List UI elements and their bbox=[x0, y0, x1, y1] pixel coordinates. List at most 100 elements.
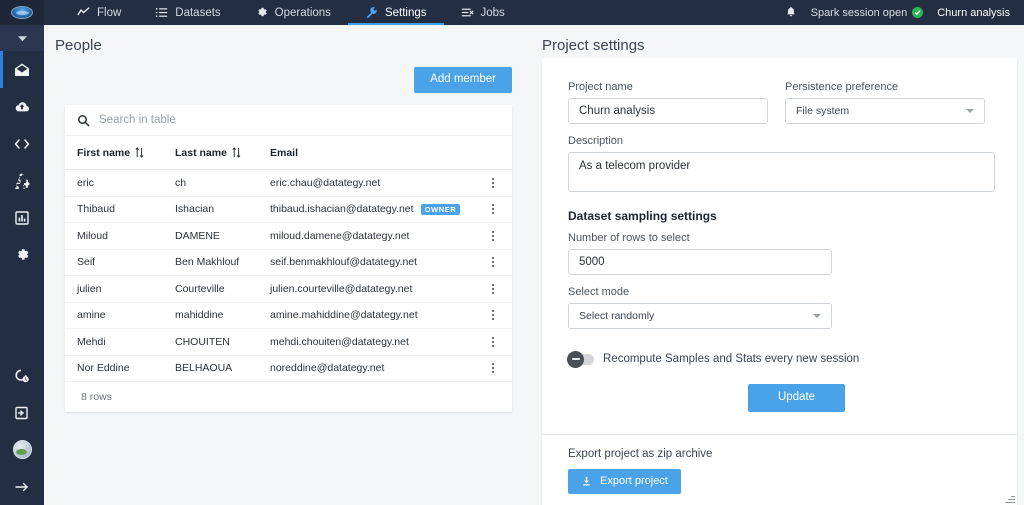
project-name-group: Project name bbox=[568, 81, 768, 124]
flow-icon bbox=[77, 6, 90, 19]
application-root: Flow Datasets Operations Settings Jobs S… bbox=[0, 0, 1024, 505]
sort-icon[interactable] bbox=[135, 147, 144, 158]
table-row[interactable]: julien Courteville julien.courteville@data… bbox=[65, 276, 512, 303]
top-bar-right: Spark session open Churn analysis bbox=[785, 0, 1024, 25]
sidebar-item-settings[interactable] bbox=[0, 236, 44, 273]
email-text: thibaud.ishacian@datategy.net bbox=[270, 203, 414, 216]
cell-email: julien.courteville@datategy.net bbox=[270, 283, 486, 295]
table-row[interactable]: Miloud DAMENE miloud.damene@datategy.net bbox=[65, 223, 512, 250]
jobs-icon bbox=[461, 6, 474, 19]
add-member-button[interactable]: Add member bbox=[414, 67, 512, 93]
dataiku-logo-icon bbox=[11, 6, 33, 19]
recompute-toggle[interactable] bbox=[567, 350, 594, 368]
cell-email: seif.benmakhlouf@datategy.net bbox=[270, 256, 486, 268]
column-label-first-name: First name bbox=[77, 146, 131, 159]
sidebar-bottom-items bbox=[0, 357, 44, 505]
table-search-row bbox=[65, 105, 512, 136]
row-menu-icon[interactable] bbox=[486, 283, 500, 294]
status-badge: OWNER bbox=[420, 203, 461, 215]
settings-panel-title: Project settings bbox=[542, 37, 645, 54]
sampling-section-header: Dataset sampling settings bbox=[568, 209, 717, 223]
recompute-toggle-row: Recompute Samples and Stats every new se… bbox=[567, 350, 995, 368]
row-menu-icon[interactable] bbox=[486, 363, 500, 374]
sidebar-collapse-button[interactable] bbox=[0, 25, 44, 51]
description-textarea[interactable]: As a telecom provider bbox=[568, 152, 995, 192]
sidebar-item-dashboards[interactable] bbox=[0, 199, 44, 236]
sidebar-item-history[interactable] bbox=[0, 357, 44, 394]
row-menu-icon[interactable] bbox=[486, 177, 500, 188]
cloud-upload-icon bbox=[15, 101, 30, 111]
table-row[interactable]: eric ch eric.chau@datategy.net bbox=[65, 170, 512, 197]
page-title: People bbox=[55, 37, 102, 54]
email-text: julien.courteville@datategy.net bbox=[270, 282, 413, 295]
update-button-row: Update bbox=[568, 384, 995, 412]
persistence-group: Persistence preference File system bbox=[785, 81, 985, 124]
sidebar-item-inbox[interactable] bbox=[0, 51, 44, 88]
project-name-input[interactable] bbox=[568, 98, 768, 124]
sidebar-item-logout[interactable] bbox=[0, 394, 44, 431]
bell-icon[interactable] bbox=[785, 6, 797, 19]
table-row[interactable]: Mehdi CHOUITEN mehdi.chouiten@datategy.net bbox=[65, 329, 512, 356]
email-text: amine.mahiddine@datategy.net bbox=[270, 309, 418, 322]
email-text: noreddine@datategy.net bbox=[270, 362, 385, 375]
table-row[interactable]: amine mahiddine amine.mahiddine@datategy.n… bbox=[65, 303, 512, 329]
rows-to-select-group: Number of rows to select bbox=[568, 232, 832, 275]
row-menu-icon[interactable] bbox=[486, 257, 500, 268]
export-project-button[interactable]: Export project bbox=[568, 468, 681, 494]
rows-to-select-input[interactable] bbox=[568, 249, 832, 275]
table-row[interactable]: Thibaud Ishacian thibaud.ishacian@datategy… bbox=[65, 197, 512, 223]
table-footer: 8 rows bbox=[65, 382, 512, 412]
top-navigation-bar: Flow Datasets Operations Settings Jobs S… bbox=[0, 0, 1024, 25]
sidebar-expand-button[interactable] bbox=[0, 468, 44, 505]
nav-item-flow[interactable]: Flow bbox=[60, 0, 138, 25]
cell-email: amine.mahiddine@datategy.net bbox=[270, 309, 486, 321]
export-section-header: Export project as zip archive bbox=[568, 447, 713, 460]
sidebar-item-upload[interactable] bbox=[0, 88, 44, 125]
nav-item-datasets[interactable]: Datasets bbox=[138, 0, 237, 25]
nav-item-operations[interactable]: Operations bbox=[238, 0, 348, 25]
gear-icon bbox=[255, 6, 268, 19]
nav-label-jobs: Jobs bbox=[480, 6, 505, 19]
search-icon bbox=[78, 114, 90, 126]
app-logo[interactable] bbox=[0, 0, 44, 25]
row-menu-icon[interactable] bbox=[486, 336, 500, 347]
cell-first-name: Nor Eddine bbox=[77, 362, 130, 375]
code-icon bbox=[14, 138, 30, 149]
persistence-selected-value: File system bbox=[796, 105, 850, 117]
email-text: miloud.damene@datategy.net bbox=[270, 229, 410, 242]
row-menu-icon[interactable] bbox=[486, 230, 500, 241]
column-header-first-name[interactable]: First name bbox=[77, 147, 175, 159]
nav-item-settings[interactable]: Settings bbox=[347, 0, 444, 25]
cell-email: miloud.damene@datategy.net bbox=[270, 230, 486, 242]
cell-email: thibaud.ishacian@datategy.net OWNER bbox=[270, 203, 486, 215]
row-menu-icon[interactable] bbox=[486, 310, 500, 321]
update-button[interactable]: Update bbox=[747, 384, 846, 412]
nav-label-flow: Flow bbox=[97, 6, 122, 19]
sort-icon[interactable] bbox=[232, 147, 241, 158]
search-input[interactable] bbox=[99, 114, 339, 126]
chevron-down-icon bbox=[813, 314, 821, 318]
row-menu-icon[interactable] bbox=[486, 204, 500, 215]
select-mode-select[interactable]: Select randomly bbox=[568, 303, 832, 329]
persistence-label: Persistence preference bbox=[785, 81, 899, 93]
sidebar-item-code[interactable] bbox=[0, 125, 44, 162]
table-row[interactable]: Seif Ben Makhlouf seif.benmakhlouf@datateg… bbox=[65, 250, 512, 276]
sidebar-item-plugins[interactable] bbox=[0, 162, 44, 199]
avatar[interactable] bbox=[0, 431, 44, 468]
cell-email: noreddine@datategy.net bbox=[270, 362, 486, 374]
table-row[interactable]: Nor Eddine BELHAOUA noreddine@datategy.net bbox=[65, 356, 512, 382]
project-settings-panel: Project settings Project name Persistenc… bbox=[533, 25, 1024, 505]
cell-first-name: Mehdi bbox=[77, 335, 106, 348]
sidebar-items bbox=[0, 51, 44, 273]
main-nav: Flow Datasets Operations Settings Jobs bbox=[60, 0, 522, 25]
column-header-last-name[interactable]: Last name bbox=[175, 147, 270, 159]
list-icon bbox=[155, 6, 168, 19]
resize-grip[interactable] bbox=[1005, 493, 1015, 503]
table-body: eric ch eric.chau@datategy.net Thibaud Ishac… bbox=[65, 170, 512, 382]
left-sidebar-rail bbox=[0, 25, 44, 505]
select-mode-label: Select mode bbox=[568, 286, 630, 298]
nav-item-jobs[interactable]: Jobs bbox=[444, 0, 522, 25]
column-header-email[interactable]: Email bbox=[270, 147, 500, 159]
persistence-select[interactable]: File system bbox=[785, 98, 985, 124]
project-name-label[interactable]: Churn analysis bbox=[937, 7, 1010, 19]
